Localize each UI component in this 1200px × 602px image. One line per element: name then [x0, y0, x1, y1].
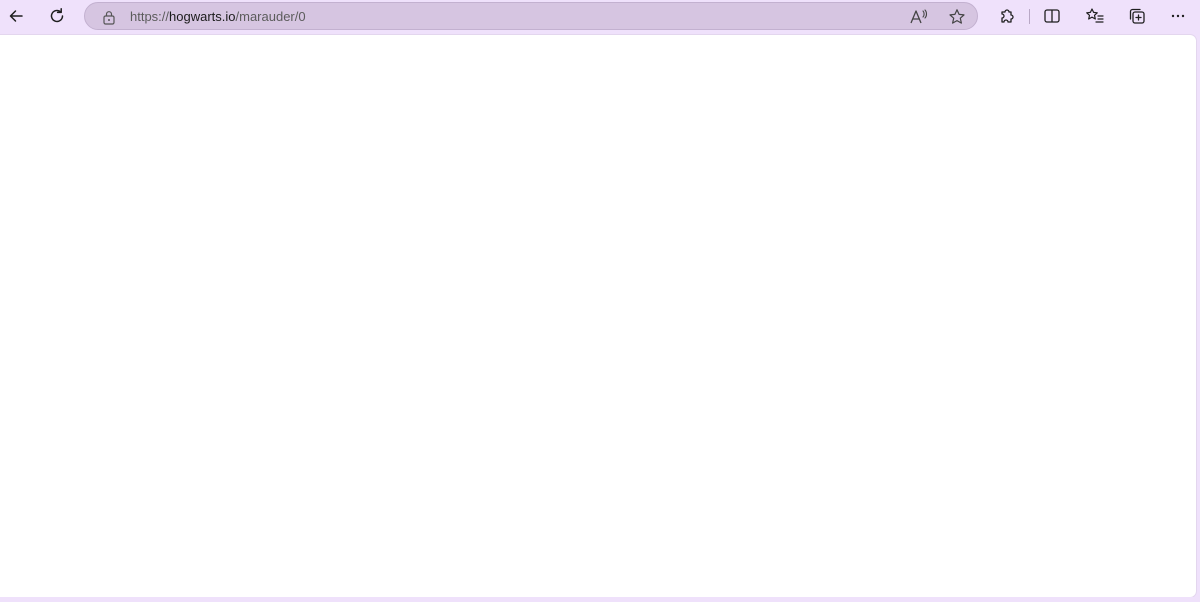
url-text[interactable]: https://hogwarts.io/marauder/0: [130, 9, 306, 25]
split-screen-button[interactable]: [1036, 2, 1068, 30]
url-host: hogwarts.io: [169, 9, 236, 24]
toolbar-separator: [1029, 9, 1030, 24]
window-bottom-edge: [0, 597, 1200, 602]
lock-icon[interactable]: [101, 9, 117, 25]
refresh-icon: [50, 8, 64, 23]
extensions-button[interactable]: [991, 2, 1023, 30]
split-screen-icon: [1044, 9, 1060, 23]
puzzle-icon: [1001, 9, 1014, 23]
collections-button[interactable]: [1121, 2, 1153, 30]
favorites-list-icon: [1086, 8, 1104, 23]
browser-window: https://hogwarts.io/marauder/0: [0, 0, 1200, 602]
refresh-button[interactable]: [41, 2, 73, 30]
back-button[interactable]: [0, 2, 32, 30]
browser-toolbar: https://hogwarts.io/marauder/0: [0, 0, 1200, 34]
more-button[interactable]: [1162, 2, 1194, 30]
collections-icon: [1129, 8, 1145, 24]
url-scheme: https://: [130, 9, 170, 24]
arrow-left-icon: [9, 10, 23, 22]
favorites-button[interactable]: [1079, 2, 1111, 30]
read-aloud-icon[interactable]: [907, 6, 931, 28]
address-bar[interactable]: https://hogwarts.io/marauder/0: [84, 2, 978, 30]
page-content[interactable]: [0, 35, 1196, 597]
star-icon[interactable]: [945, 6, 969, 28]
url-path: /marauder/0: [235, 9, 306, 24]
more-icon: [1171, 14, 1185, 18]
